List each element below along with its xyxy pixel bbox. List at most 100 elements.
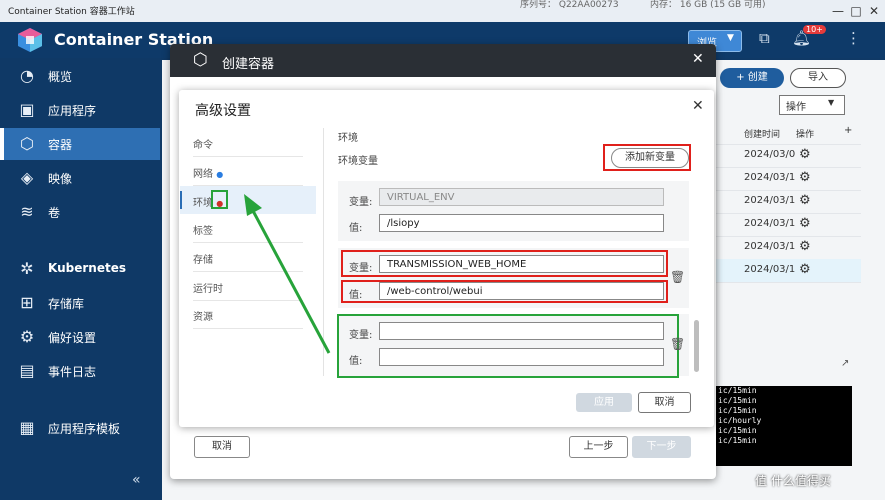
sidebar-item-images[interactable]: ◈ 映像	[0, 162, 160, 194]
sidebar-item-templates[interactable]: ▦ 应用程序模板	[0, 412, 160, 444]
table-row[interactable]: 2024/03/1 ⚙	[716, 259, 861, 283]
external-link-icon[interactable]: ↗	[841, 358, 849, 369]
trash-icon[interactable]: 🗑︎	[670, 270, 685, 284]
var-field: VIRTUAL_ENV	[379, 188, 664, 206]
sidebar-item-preferences[interactable]: ⚙ 偏好设置	[0, 321, 160, 353]
log-line: ic/15min	[718, 406, 757, 415]
sidebar-item-overview[interactable]: ◔ 概览	[0, 60, 160, 92]
minimize-icon[interactable]: —	[830, 3, 846, 19]
sidebar-item-label: 应用程序模板	[48, 422, 121, 436]
sidebar-item-label: 事件日志	[48, 365, 97, 379]
nav-label: 网络 ●	[193, 165, 223, 180]
collapse-sidebar-icon[interactable]: «	[132, 472, 141, 488]
gear-icon[interactable]: ⚙	[799, 193, 811, 208]
add-column-icon[interactable]: +	[844, 125, 852, 136]
value-label: 值:	[349, 290, 363, 301]
table-row[interactable]: 2024/03/1 ⚙	[716, 167, 861, 191]
table-row[interactable]: 2024/03/1 ⚙	[716, 213, 861, 237]
log-line: ic/15min	[718, 396, 757, 405]
gear-icon[interactable]: ⚙	[799, 147, 811, 162]
registry-icon: ⊞	[20, 293, 34, 312]
nav-network[interactable]: 网络 ●	[193, 157, 303, 186]
sidebar-item-registry[interactable]: ⊞ 存储库	[0, 287, 160, 319]
close-icon[interactable]: ✕	[866, 3, 882, 19]
trash-icon[interactable]: 🗑︎	[670, 337, 685, 351]
sidebar-item-label: 容器	[48, 138, 73, 152]
table-row[interactable]: 2024/03/0 ⚙	[716, 144, 861, 168]
gear-icon[interactable]: ⚙	[799, 216, 811, 231]
memory-text: 内存： 16 GB (15 GB 可用)	[650, 0, 766, 10]
value-field[interactable]: /lsiopy	[379, 214, 664, 232]
stack-icon[interactable]: ⧉	[759, 29, 770, 47]
sidebar-item-containers[interactable]: ⬡ 容器	[0, 128, 160, 160]
var-label: 变量:	[349, 197, 373, 208]
sidebar-item-kubernetes[interactable]: ✲ Kubernetes	[0, 253, 160, 285]
chevron-down-icon: ▼	[727, 33, 734, 43]
sidebar-item-applications[interactable]: ▣ 应用程序	[0, 94, 160, 126]
sidebar-item-label: 存储库	[48, 297, 85, 311]
close-icon[interactable]: ✕	[692, 51, 704, 67]
sidebar-item-event-log[interactable]: ▤ 事件日志	[0, 355, 160, 387]
sidebar-item-label: 卷	[48, 206, 61, 220]
gear-icon[interactable]: ⚙	[799, 239, 811, 254]
section-title: 环境	[338, 133, 358, 144]
dialog-title: 创建容器	[222, 57, 275, 72]
gear-icon: ⚙	[19, 327, 35, 346]
applications-icon: ▣	[19, 100, 35, 119]
add-variable-button[interactable]: 添加新变量	[611, 148, 689, 168]
table-row[interactable]: 2024/03/1 ⚙	[716, 236, 861, 260]
import-button[interactable]: 导入	[790, 68, 846, 88]
window-title: Container Station 容器工作站	[8, 7, 135, 17]
images-icon: ◈	[20, 168, 34, 187]
nav-command[interactable]: 命令	[193, 128, 303, 157]
overview-icon: ◔	[20, 66, 34, 85]
cube-icon: ⬡	[193, 50, 208, 70]
sidebar-item-label: 概览	[48, 70, 73, 84]
value-field[interactable]	[379, 348, 664, 366]
sidebar-item-label: 偏好设置	[48, 331, 97, 345]
highlight-green-nav	[211, 190, 228, 209]
column-created: 创建时间	[744, 130, 781, 140]
var-label: 变量:	[349, 330, 373, 341]
volume-icon: ≋	[20, 202, 34, 221]
more-icon[interactable]: ⋮	[846, 29, 861, 47]
container-icon: ⬡	[20, 134, 34, 153]
created-cell: 2024/03/1	[744, 218, 796, 229]
log-terminal: ic/15min ic/15min ic/15min ic/hourly ic/…	[716, 386, 852, 466]
value-field[interactable]: /web-control/webui	[379, 282, 664, 300]
table-row[interactable]: 2024/03/1 ⚙	[716, 190, 861, 214]
var-field[interactable]	[379, 322, 664, 340]
next-step-button[interactable]: 下一步	[632, 436, 691, 458]
gear-icon[interactable]: ⚙	[799, 170, 811, 185]
created-cell: 2024/03/1	[744, 264, 796, 275]
apply-button[interactable]: 应用	[576, 393, 632, 412]
scrollbar[interactable]	[694, 320, 699, 372]
prev-step-button[interactable]: 上一步	[569, 436, 628, 458]
log-line: ic/15min	[718, 426, 757, 435]
var-label: 变量:	[349, 263, 373, 274]
log-icon: ▤	[19, 361, 35, 380]
maximize-icon[interactable]: □	[848, 3, 864, 19]
actions-select[interactable]: 操作 ▼	[779, 95, 845, 115]
close-icon[interactable]: ✕	[692, 98, 704, 114]
sidebar-item-label: Kubernetes	[48, 261, 126, 275]
notification-badge: 10+	[803, 25, 826, 34]
log-line: ic/15min	[718, 436, 757, 445]
value-label: 值:	[349, 223, 363, 234]
cancel-button[interactable]: 取消	[638, 392, 691, 413]
annotation-arrow	[244, 194, 331, 354]
created-cell: 2024/03/1	[744, 241, 796, 252]
gear-icon[interactable]: ⚙	[799, 262, 811, 277]
value-label: 值:	[349, 356, 363, 367]
cancel-button[interactable]: 取消	[194, 436, 250, 458]
create-button[interactable]: + 创建	[720, 68, 784, 88]
env-vars-title: 环境变量	[338, 156, 378, 167]
created-cell: 2024/03/1	[744, 195, 796, 206]
table-header: 创建时间 操作 +	[716, 122, 861, 145]
container-station-logo	[18, 28, 42, 52]
var-field[interactable]: TRANSMISSION_WEB_HOME	[379, 255, 664, 273]
sidebar-item-volumes[interactable]: ≋ 卷	[0, 196, 160, 228]
nav-label: 命令	[193, 140, 213, 151]
sidebar-item-label: 应用程序	[48, 104, 97, 118]
active-indicator	[180, 191, 182, 209]
